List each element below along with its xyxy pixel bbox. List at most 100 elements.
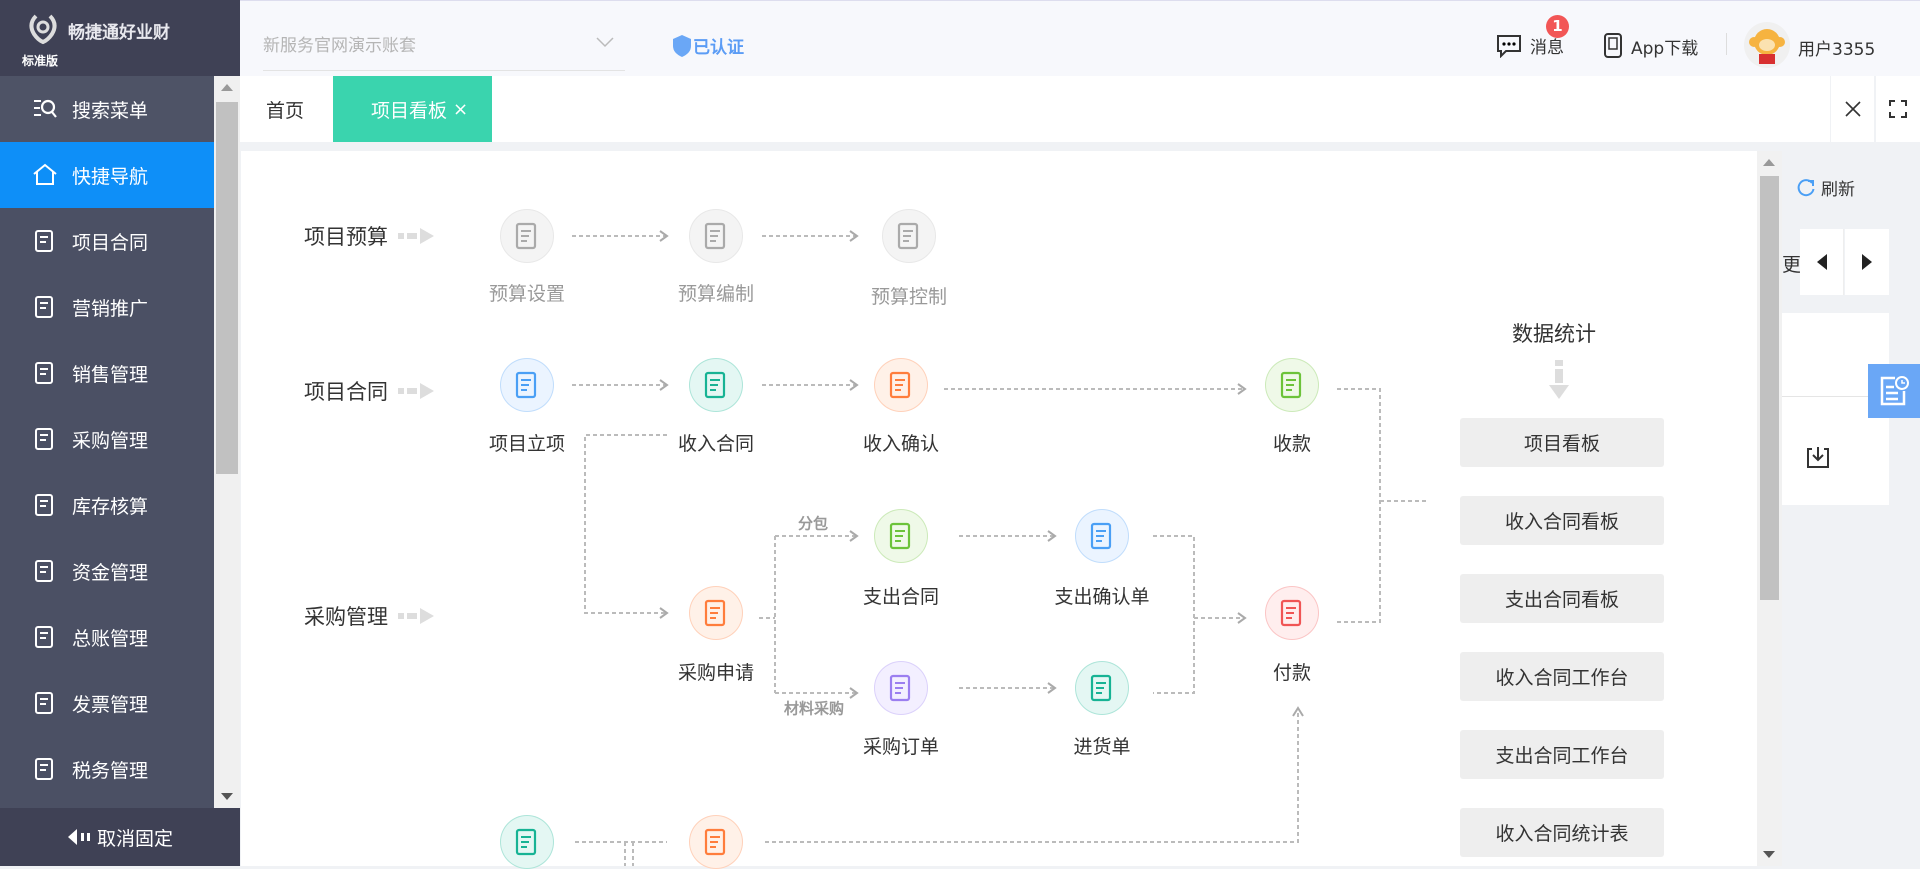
flow-node-label[interactable]: 收入合同: [678, 429, 754, 456]
scroll-up-icon[interactable]: [1763, 159, 1775, 166]
tab-bar: 首页 项目看板 ×: [240, 76, 1830, 142]
document-icon: [1090, 522, 1112, 550]
download-icon[interactable]: [1807, 445, 1829, 469]
sidebar-item-7[interactable]: 资金管理: [0, 538, 214, 604]
prev-button[interactable]: [1800, 229, 1844, 295]
row-arrow-icon: [398, 383, 434, 399]
messages-button[interactable]: 消息 1: [1496, 15, 1569, 58]
sidebar-item-label: 发票管理: [72, 693, 149, 716]
sidebar-scroll-thumb[interactable]: [216, 102, 238, 474]
unpin-button[interactable]: 取消固定: [0, 808, 240, 866]
scroll-down-icon[interactable]: [1763, 851, 1775, 858]
flow-node-label[interactable]: 预算编制: [678, 279, 754, 306]
flow-node-7[interactable]: [874, 509, 928, 563]
sidebar-item-2[interactable]: 项目合同: [0, 208, 214, 274]
flow-node-1[interactable]: [689, 209, 743, 263]
tab-home[interactable]: 首页: [266, 76, 304, 142]
sidebar-item-8[interactable]: 总账管理: [0, 604, 214, 670]
sidebar-item-0[interactable]: 搜索菜单: [0, 76, 214, 142]
sidebar-item-9[interactable]: 发票管理: [0, 670, 214, 736]
fullscreen-button[interactable]: [1876, 76, 1920, 142]
tab-project-board[interactable]: 项目看板 ×: [333, 76, 492, 142]
refresh-button[interactable]: 刷新: [1796, 175, 1855, 200]
flow-node-13[interactable]: [500, 815, 554, 869]
flow-node-5[interactable]: [874, 358, 928, 412]
flow-node-label[interactable]: 预算控制: [871, 282, 947, 309]
user-name[interactable]: 用户3355: [1798, 35, 1875, 60]
close-all-tabs-button[interactable]: [1831, 76, 1874, 142]
branch-label: 分包: [797, 514, 829, 533]
scroll-down-icon[interactable]: [221, 793, 233, 800]
document-icon: [889, 674, 911, 702]
flow-node-label[interactable]: 收款: [1273, 429, 1311, 456]
phone-icon: [1604, 33, 1622, 58]
flow-node-label[interactable]: 预算设置: [489, 279, 565, 306]
flow-node-14[interactable]: [689, 815, 743, 869]
app-download-button[interactable]: App下载: [1603, 33, 1698, 59]
sidebar-item-10[interactable]: 税务管理: [0, 736, 214, 802]
sidebar-item-5[interactable]: 采购管理: [0, 406, 214, 472]
money-bag-icon: [32, 558, 58, 584]
stats-button-4[interactable]: 支出合同工作台: [1460, 730, 1664, 779]
scroll-up-icon[interactable]: [221, 84, 233, 91]
tax-icon: [32, 756, 58, 782]
stats-button-2[interactable]: 支出合同看板: [1460, 574, 1664, 623]
stats-button-3[interactable]: 收入合同工作台: [1460, 652, 1664, 701]
sidebar-item-1[interactable]: 快捷导航: [0, 142, 214, 208]
notes-clock-icon: [1880, 376, 1909, 406]
flow-node-10[interactable]: [1265, 586, 1319, 640]
document-icon: [515, 828, 537, 856]
flow-node-0[interactable]: [500, 209, 554, 263]
flow-node-12[interactable]: [1075, 661, 1129, 715]
sidebar-scrollbar[interactable]: [214, 76, 240, 808]
stats-button-1[interactable]: 收入合同看板: [1460, 496, 1664, 545]
flow-node-label[interactable]: 项目立项: [489, 429, 565, 456]
flow-node-11[interactable]: [874, 661, 928, 715]
edition-label: 标准版: [22, 54, 59, 68]
flow-node-label[interactable]: 采购申请: [678, 658, 754, 685]
ledger-icon: [32, 624, 58, 650]
flow-node-4[interactable]: [689, 358, 743, 412]
bag-icon: [32, 426, 58, 452]
caret-left-icon: [1816, 254, 1827, 270]
sidebar-item-3[interactable]: 营销推广: [0, 274, 214, 340]
document-icon: [515, 222, 537, 250]
flow-node-3[interactable]: [500, 358, 554, 412]
content-scrollbar[interactable]: [1757, 151, 1782, 866]
flow-node-8[interactable]: [1075, 509, 1129, 563]
message-badge: 1: [1546, 15, 1569, 38]
flow-node-9[interactable]: [689, 586, 743, 640]
account-select-value: 新服务官网演示账套: [263, 36, 416, 56]
stats-button-0[interactable]: 项目看板: [1460, 418, 1664, 467]
warehouse-icon: [32, 492, 58, 518]
sidebar-item-label: 搜索菜单: [72, 99, 149, 122]
document-icon: [889, 371, 911, 399]
sidebar-item-6[interactable]: 库存核算: [0, 472, 214, 538]
account-select[interactable]: 新服务官网演示账套: [263, 31, 625, 71]
sidebar-item-label: 快捷导航: [72, 165, 149, 188]
search-menu-icon: [32, 96, 58, 122]
flow-node-label[interactable]: 付款: [1273, 658, 1311, 685]
next-button[interactable]: [1845, 229, 1889, 295]
flow-node-label[interactable]: 支出合同: [863, 582, 939, 609]
tab-close-icon[interactable]: ×: [453, 99, 468, 120]
flow-node-label[interactable]: 支出确认单: [1054, 582, 1149, 609]
flow-node-label[interactable]: 采购订单: [863, 732, 939, 759]
flow-node-label[interactable]: 收入确认: [863, 429, 939, 456]
close-icon: [1844, 101, 1861, 117]
flow-node-label[interactable]: 进货单: [1073, 732, 1130, 759]
caret-right-icon: [1862, 254, 1872, 270]
header-divider: [1726, 33, 1727, 55]
chat-icon: [1497, 34, 1521, 58]
flow-node-2[interactable]: [882, 209, 936, 263]
document-icon: [704, 828, 726, 856]
chevron-down-icon: [596, 37, 614, 48]
sidebar-item-label: 采购管理: [72, 429, 149, 452]
avatar[interactable]: [1744, 22, 1790, 68]
stats-button-5[interactable]: 收入合同统计表: [1460, 808, 1664, 857]
floating-notes-button[interactable]: [1868, 364, 1920, 418]
sidebar-item-label: 销售管理: [72, 363, 149, 386]
content-scroll-thumb[interactable]: [1760, 176, 1779, 600]
flow-node-6[interactable]: [1265, 358, 1319, 412]
sidebar-item-4[interactable]: 销售管理: [0, 340, 214, 406]
